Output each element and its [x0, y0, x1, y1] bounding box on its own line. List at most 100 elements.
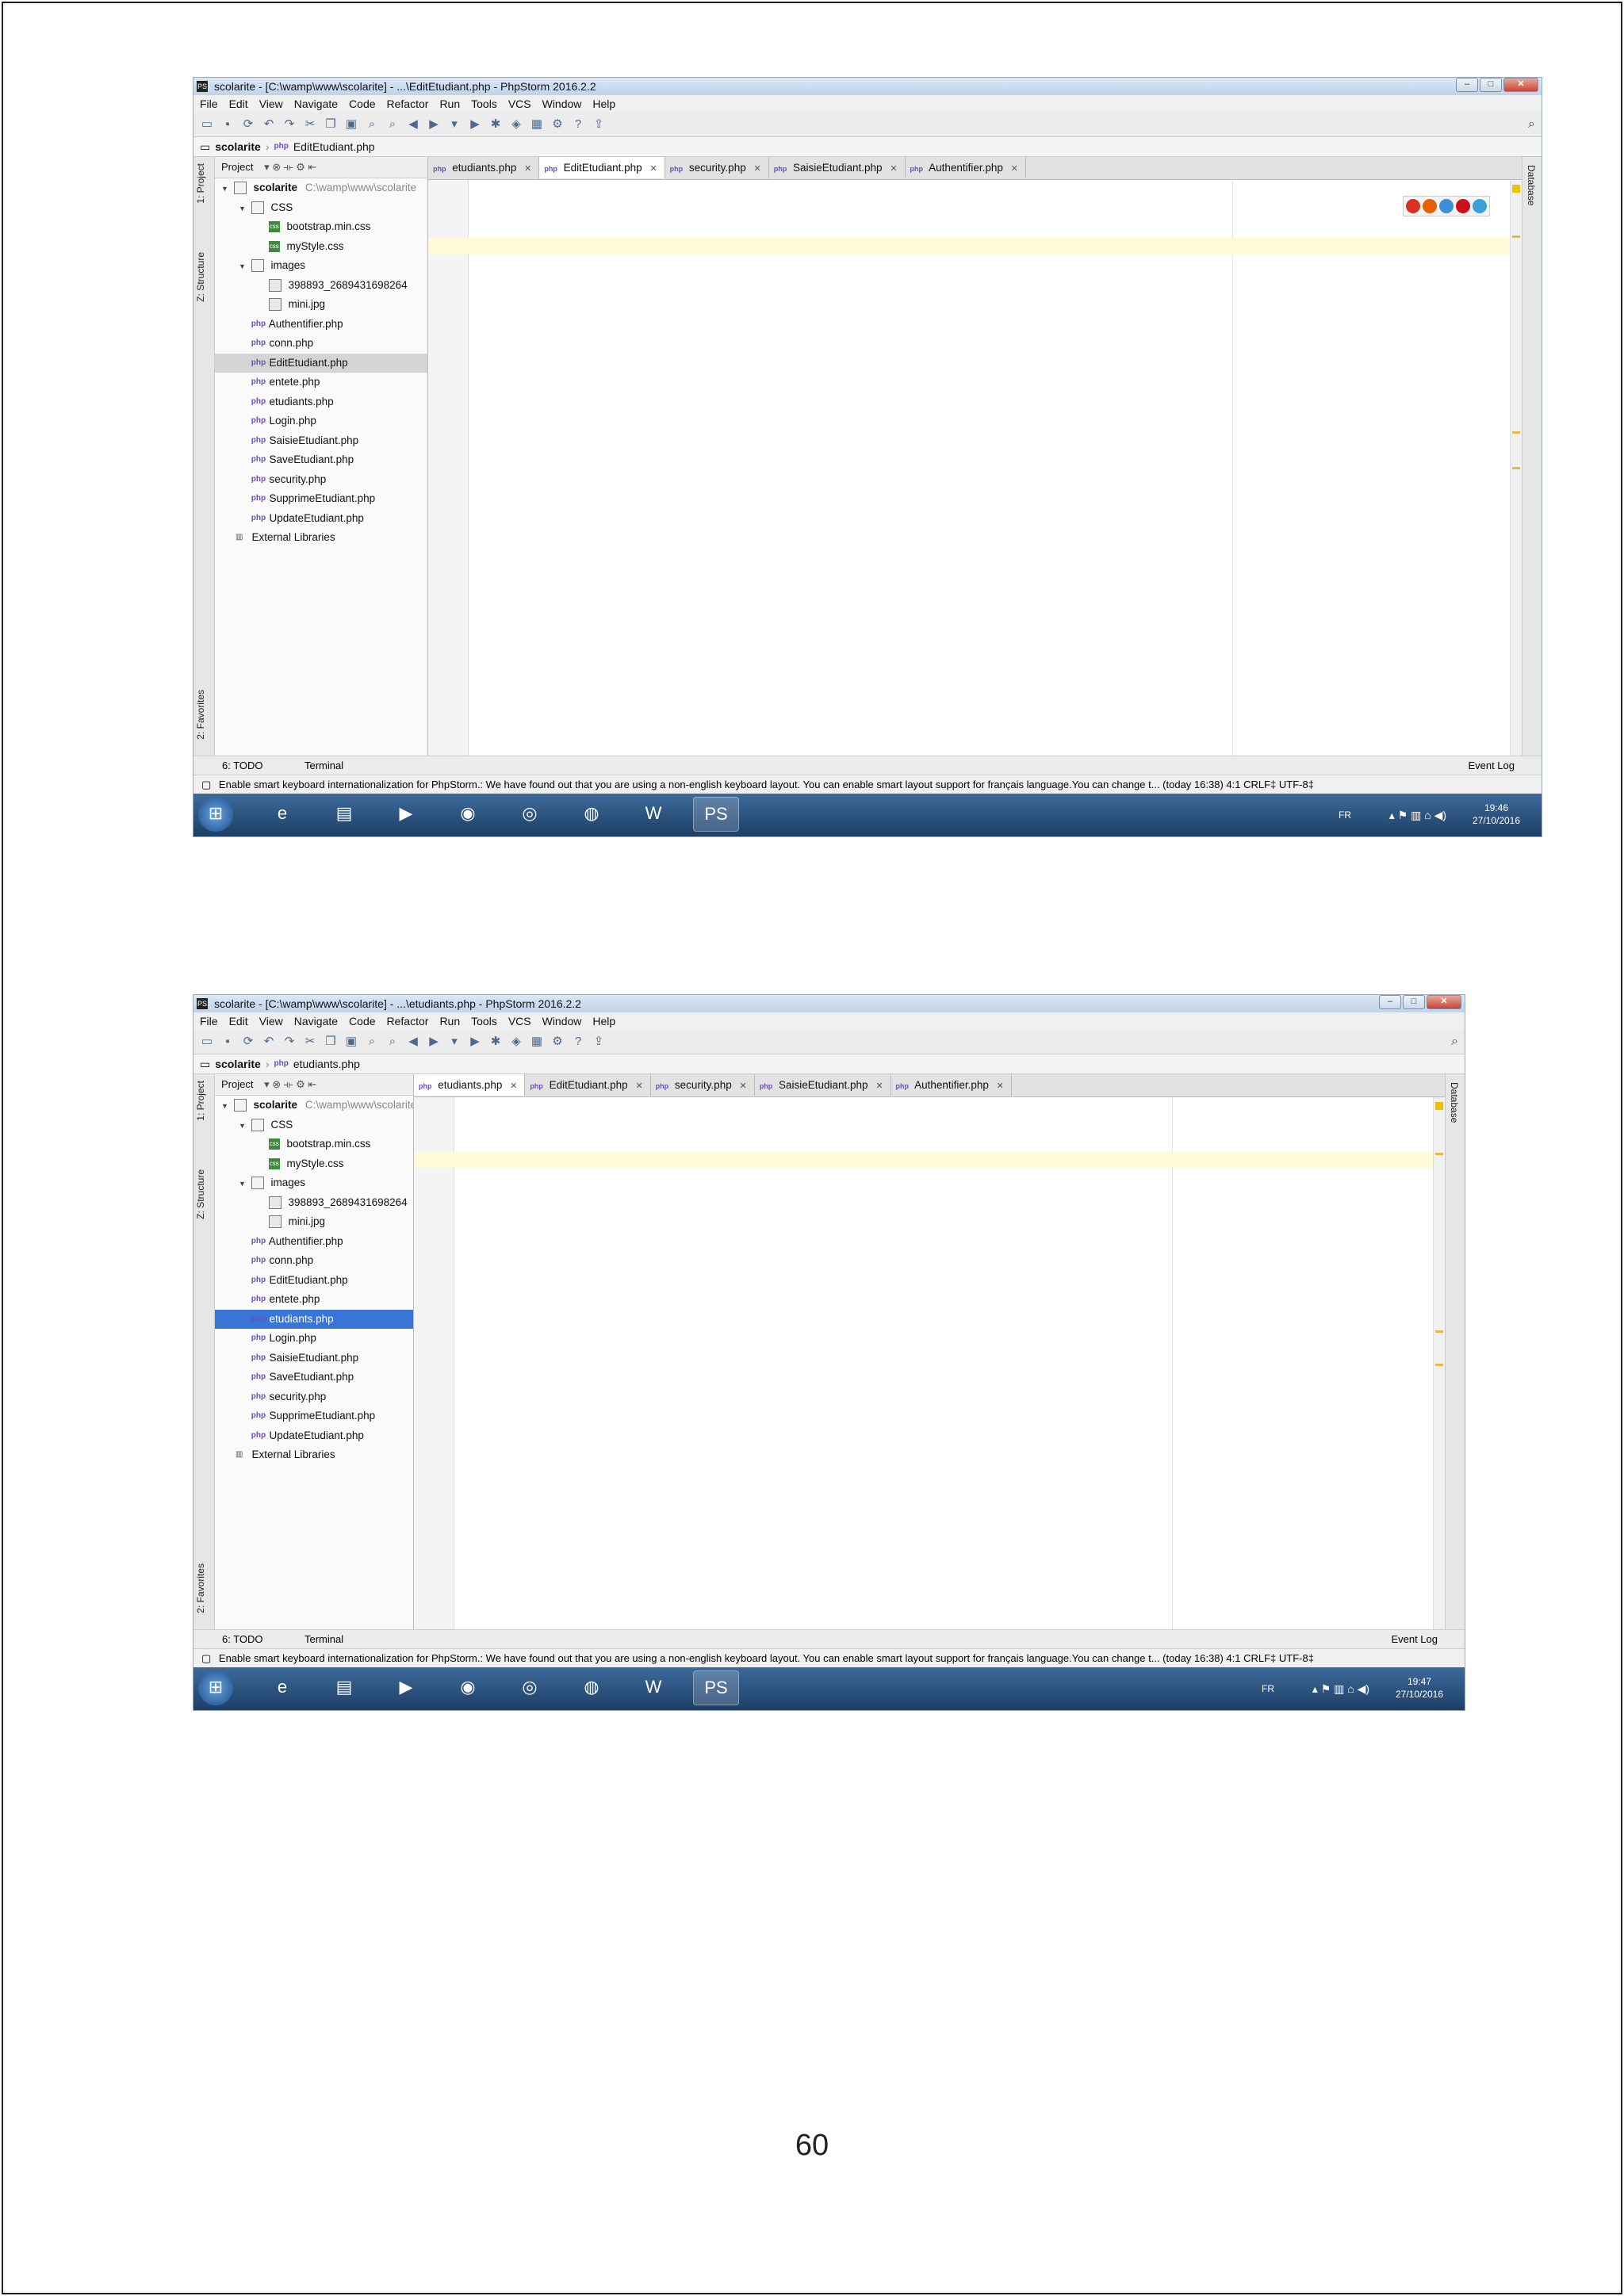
- favorites-tool-tab[interactable]: 2: Favorites: [195, 1563, 206, 1613]
- event-log-tool-tab[interactable]: Event Log: [1468, 756, 1515, 775]
- close-tab-icon[interactable]: ✕: [890, 164, 897, 174]
- maximize-button[interactable]: □: [1403, 995, 1425, 1009]
- editor-scrollbar[interactable]: [1433, 1097, 1445, 1629]
- language-indicator[interactable]: FR: [1339, 794, 1351, 836]
- tree-item[interactable]: php Authentifier.php: [215, 315, 427, 335]
- close-tab-icon[interactable]: ✕: [739, 1081, 746, 1091]
- menu-item[interactable]: Refactor: [387, 95, 429, 113]
- forward-icon[interactable]: ▶: [427, 1035, 441, 1049]
- chrome-icon[interactable]: ◉: [446, 1670, 490, 1704]
- taskbar-clock[interactable]: 19:46 27/10/2016: [1461, 802, 1532, 827]
- open-folder-icon[interactable]: ▭: [200, 117, 214, 132]
- menu-item[interactable]: Edit: [229, 95, 248, 113]
- tree-item[interactable]: css bootstrap.min.css: [215, 1135, 413, 1154]
- editor-tab[interactable]: php EditEtudiant.php ✕: [539, 157, 665, 178]
- menu-item[interactable]: Tools: [471, 95, 497, 113]
- tree-item[interactable]: ▼ CSS: [215, 1115, 413, 1135]
- editor-tab[interactable]: php SaisieEtudiant.php ✕: [755, 1074, 891, 1096]
- menu-item[interactable]: Tools: [471, 1012, 497, 1030]
- code-editor[interactable]: 1 <?php 2 require_once("security.php"); …: [414, 1097, 1445, 1629]
- tree-item[interactable]: php Login.php: [215, 1329, 413, 1349]
- error-stripe-marker[interactable]: [1435, 1153, 1443, 1155]
- media-player-icon[interactable]: ▶: [384, 797, 428, 830]
- editor-tab[interactable]: php etudiants.php ✕: [414, 1074, 526, 1096]
- help-icon[interactable]: ?: [571, 1035, 585, 1049]
- tree-item[interactable]: ▥ External Libraries: [215, 1445, 413, 1465]
- status-toggle-icon[interactable]: ▢: [201, 779, 211, 790]
- tree-item[interactable]: css bootstrap.min.css: [215, 217, 427, 237]
- tree-item[interactable]: ▼ CSS: [215, 198, 427, 218]
- tree-item[interactable]: php conn.php: [215, 334, 427, 354]
- cut-icon[interactable]: ✂: [303, 117, 317, 132]
- close-button[interactable]: ✕: [1503, 78, 1538, 92]
- undo-icon[interactable]: ↶: [262, 1035, 276, 1049]
- close-tab-icon[interactable]: ✕: [753, 164, 760, 174]
- run-icon[interactable]: ▶: [468, 117, 482, 132]
- project-panel-tools-icon[interactable]: ▾ ⊗ ⟛ ⚙ ⇤: [264, 161, 316, 173]
- safari-icon[interactable]: [1439, 199, 1454, 213]
- menu-item[interactable]: Window: [542, 95, 582, 113]
- tree-item[interactable]: ▼ images: [215, 256, 427, 276]
- event-log-tool-tab[interactable]: Event Log: [1391, 1630, 1438, 1649]
- database-tool-tab[interactable]: Database: [1449, 1082, 1460, 1123]
- menu-item[interactable]: Code: [349, 1012, 375, 1030]
- media-player-icon[interactable]: ▶: [384, 1670, 428, 1704]
- menu-item[interactable]: View: [259, 95, 283, 113]
- stop-icon[interactable]: ▦: [530, 117, 544, 132]
- error-stripe-marker[interactable]: [1435, 1364, 1443, 1366]
- tree-item[interactable]: php SupprimeEtudiant.php: [215, 1406, 413, 1426]
- tree-item[interactable]: mini.jpg: [215, 1212, 413, 1232]
- tree-item[interactable]: css myStyle.css: [215, 237, 427, 257]
- project-tool-tab[interactable]: 1: Project: [195, 163, 206, 204]
- system-tray-icons[interactable]: ▴ ⚑ ▥ ⌂ ◀): [1389, 794, 1446, 836]
- replace-icon[interactable]: ⌕: [385, 1035, 400, 1049]
- tree-item[interactable]: php Login.php: [215, 411, 427, 431]
- menu-item[interactable]: Run: [439, 95, 460, 113]
- error-stripe-marker[interactable]: [1512, 235, 1520, 238]
- run-config-icon[interactable]: ▾: [447, 1035, 462, 1049]
- copy-icon[interactable]: ❐: [324, 117, 338, 132]
- start-button-icon[interactable]: ⊞: [198, 797, 233, 832]
- tree-item[interactable]: php security.php: [215, 1387, 413, 1407]
- editor-tab[interactable]: php EditEtudiant.php ✕: [525, 1074, 651, 1096]
- tree-item[interactable]: php etudiants.php: [215, 392, 427, 412]
- structure-tool-tab[interactable]: Z: Structure: [195, 252, 206, 302]
- editor-tab[interactable]: php etudiants.php ✕: [428, 157, 540, 178]
- close-button[interactable]: ✕: [1427, 995, 1461, 1009]
- tree-item[interactable]: php etudiants.php: [215, 1309, 413, 1329]
- menu-item[interactable]: Refactor: [387, 1012, 429, 1030]
- internet-explorer-icon[interactable]: e: [260, 1670, 304, 1704]
- tree-item[interactable]: 398893_2689431698264: [215, 1193, 413, 1213]
- close-tab-icon[interactable]: ✕: [997, 1081, 1004, 1091]
- phpstorm-icon[interactable]: PS: [693, 797, 739, 832]
- terminal-tool-tab[interactable]: Terminal: [304, 1630, 343, 1649]
- status-toggle-icon[interactable]: ▢: [201, 1652, 211, 1664]
- back-icon[interactable]: ◀: [406, 117, 420, 132]
- menu-item[interactable]: Window: [542, 1012, 582, 1030]
- tree-item[interactable]: php entete.php: [215, 1290, 413, 1310]
- expand-arrow-icon[interactable]: ▼: [239, 199, 248, 219]
- paste-icon[interactable]: ▣: [344, 117, 358, 132]
- menu-item[interactable]: Navigate: [294, 1012, 338, 1030]
- run-icon[interactable]: ▶: [468, 1035, 482, 1049]
- expand-arrow-icon[interactable]: ▼: [221, 1096, 231, 1116]
- breadcrumb-file[interactable]: EditEtudiant.php: [293, 137, 375, 156]
- tree-item[interactable]: php Authentifier.php: [215, 1232, 413, 1252]
- menu-item[interactable]: Help: [592, 95, 615, 113]
- status-message[interactable]: Enable smart keyboard internationalizati…: [219, 1652, 1314, 1664]
- minimize-button[interactable]: –: [1456, 78, 1478, 92]
- menu-item[interactable]: VCS: [508, 95, 531, 113]
- close-tab-icon[interactable]: ✕: [875, 1081, 883, 1091]
- tree-item[interactable]: php SaveEtudiant.php: [215, 1368, 413, 1387]
- save-icon[interactable]: ▪: [220, 1035, 235, 1049]
- chrome-icon[interactable]: ◉: [446, 797, 490, 830]
- firefox-icon[interactable]: ◍: [569, 797, 614, 830]
- project-view-selector[interactable]: Project: [221, 1078, 253, 1090]
- status-message[interactable]: Enable smart keyboard internationalizati…: [219, 779, 1314, 790]
- redo-icon[interactable]: ↷: [282, 1035, 297, 1049]
- tree-item[interactable]: php EditEtudiant.php: [215, 1271, 413, 1291]
- database-tool-tab[interactable]: Database: [1526, 165, 1537, 205]
- tree-item[interactable]: php SaisieEtudiant.php: [215, 431, 427, 451]
- editor-tab[interactable]: php SaisieEtudiant.php ✕: [769, 157, 906, 178]
- tree-item[interactable]: ▼ scolarite C:\wamp\www\scolarite: [215, 178, 427, 198]
